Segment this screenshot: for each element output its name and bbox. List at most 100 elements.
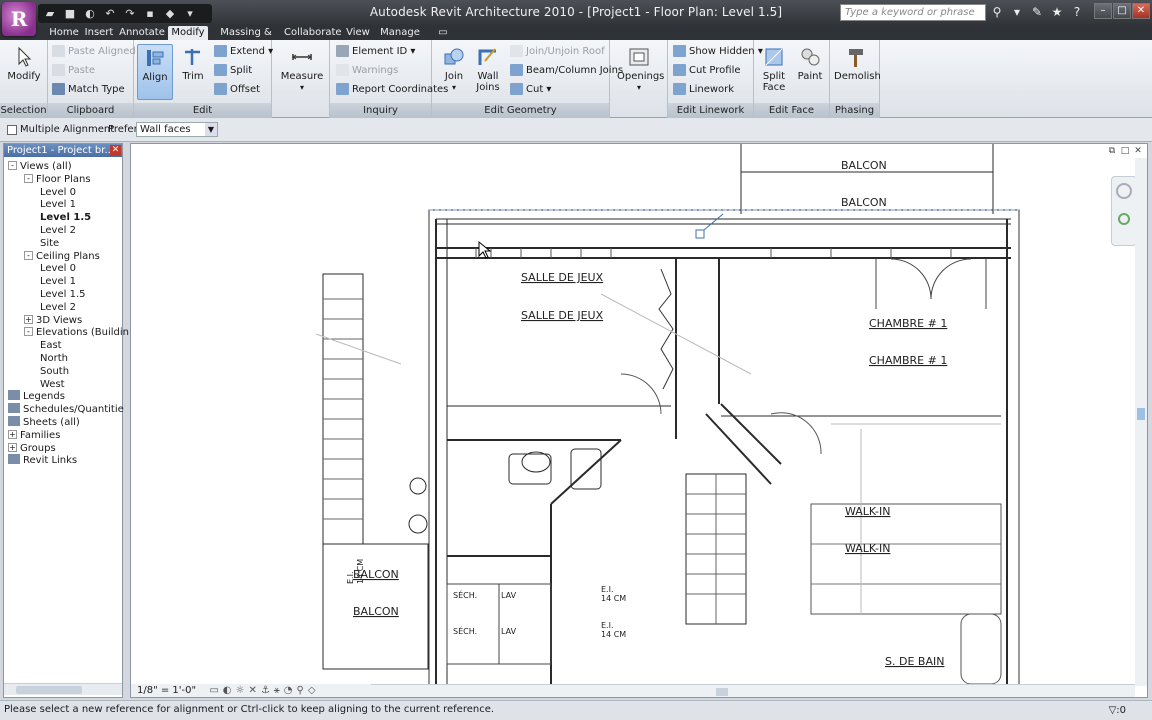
maximize-button[interactable]: □ [1113, 3, 1131, 19]
close-icon[interactable]: ✕ [110, 145, 121, 156]
browser-tree-item[interactable]: South [40, 365, 69, 378]
browser-tree-item[interactable]: Level 0 [40, 262, 76, 275]
vertical-scrollbar[interactable] [1135, 158, 1147, 686]
help-icon[interactable]: ? [1070, 5, 1084, 19]
dimension-label[interactable]: 14 CM [601, 630, 626, 639]
room-label[interactable]: BALCON [841, 159, 887, 172]
cut-profile-button[interactable]: Cut Profile [673, 62, 741, 79]
drawing-view[interactable]: BALCON BALCON SALLE DE JEUX SALLE DE JEU… [130, 143, 1148, 698]
tab-massing-site[interactable]: Massing & Site [212, 26, 280, 51]
ribbon-minimize-icon[interactable]: ▭ [436, 26, 450, 40]
join-button[interactable]: Join ▾ [436, 44, 472, 100]
application-menu-button[interactable]: R [2, 2, 36, 36]
subscription-icon[interactable]: ▾ [1010, 5, 1024, 19]
browser-tree-item[interactable]: - Views (all) [8, 160, 72, 173]
collapse-icon[interactable]: - [24, 250, 33, 260]
binoculars-icon[interactable]: ⚲ [990, 5, 1004, 19]
join-unjoin-roof-button[interactable]: Join/Unjoin Roof [510, 43, 605, 60]
match-type-button[interactable]: Match Type [52, 81, 125, 98]
prefer-select[interactable]: Wall faces ▼ [136, 122, 218, 137]
paste-aligned-button[interactable]: Paste Aligned [52, 43, 136, 60]
steering-wheel-icon[interactable] [1116, 183, 1132, 199]
room-label[interactable]: SÉCH. [453, 589, 477, 600]
dimension-label[interactable]: E.I. [601, 621, 614, 630]
navigation-bar[interactable] [1111, 176, 1137, 246]
room-label[interactable]: WALK-IN [845, 505, 890, 518]
browser-tree-item[interactable]: Level 1.5 [40, 211, 91, 224]
room-label[interactable]: CHAMBRE # 1 [869, 317, 947, 330]
dimension-label[interactable]: E.I. [601, 585, 614, 594]
browser-tree-item[interactable]: Level 1 [40, 275, 76, 288]
tab-view[interactable]: View [344, 26, 372, 40]
split-face-button[interactable]: Split Face [756, 44, 792, 100]
browser-tree-item[interactable]: +3D Views [24, 314, 82, 327]
search-input[interactable]: Type a keyword or phrase [840, 4, 986, 21]
room-label[interactable]: S. DE BAIN [885, 655, 944, 668]
expand-icon[interactable]: + [8, 442, 17, 452]
dimension-label[interactable]: E.I. [346, 572, 355, 585]
dimension-label[interactable]: 14 CM [601, 594, 626, 603]
room-label[interactable]: SÉCH. [453, 625, 477, 636]
browser-tree-item[interactable]: Schedules/Quantitie [8, 403, 124, 416]
browser-tree-item[interactable]: Level 2 [40, 224, 76, 237]
browser-tree-item[interactable]: East [40, 339, 62, 352]
browser-tree-item[interactable]: Sheets (all) [8, 416, 80, 429]
room-label[interactable]: SALLE DE JEUX [521, 309, 604, 322]
wall-joins-button[interactable]: Wall Joins [470, 44, 506, 100]
tab-home[interactable]: Home [44, 26, 84, 40]
communication-center-icon[interactable]: ✎ [1030, 5, 1044, 19]
view-close-icon[interactable]: ✕ [1133, 146, 1143, 156]
offset-button[interactable]: Offset [214, 81, 260, 98]
room-label[interactable]: WALK-IN [845, 542, 890, 555]
filter-icon[interactable]: ▽:0 [1109, 702, 1126, 720]
browser-tree-item[interactable]: + Groups [8, 442, 56, 455]
favorites-icon[interactable]: ★ [1050, 5, 1064, 19]
cut-button[interactable]: Cut ▾ [510, 81, 551, 98]
browser-tree-item[interactable]: Level 1.5 [40, 288, 85, 301]
browser-tree-item[interactable]: Revit Links [8, 454, 77, 467]
tab-modify[interactable]: Modify [168, 26, 208, 40]
paste-button[interactable]: Paste [52, 62, 95, 79]
view-maximize-icon[interactable]: □ [1120, 146, 1130, 156]
collapse-icon[interactable]: - [8, 161, 17, 170]
browser-scrollbar[interactable] [4, 683, 122, 695]
paint-button[interactable]: Paint [792, 44, 828, 100]
room-label[interactable]: SALLE DE JEUX [521, 271, 604, 284]
close-button[interactable]: ✕ [1132, 3, 1150, 19]
browser-tree-item[interactable]: Site [40, 237, 59, 250]
browser-tree-item[interactable]: - Ceiling Plans [24, 250, 100, 263]
room-label[interactable]: BALCON [841, 196, 887, 209]
expand-icon[interactable]: + [24, 314, 33, 324]
view-control-icons[interactable]: ▭◐☼✕⚓⚹◔⚲◇ [209, 685, 319, 696]
beam-column-joins-button[interactable]: Beam/Column Joins [510, 62, 623, 79]
browser-tree-item[interactable]: - Elevations (Buildin [24, 326, 129, 339]
show-hidden-button[interactable]: Show Hidden ▾ [673, 43, 763, 60]
browser-tree-item[interactable]: - Floor Plans [24, 173, 91, 186]
browser-tree-item[interactable]: West [40, 378, 65, 391]
element-id-button[interactable]: Element ID ▾ [336, 43, 415, 60]
browser-tree-item[interactable]: Level 2 [40, 301, 76, 314]
extend-button[interactable]: Extend ▾ [214, 43, 273, 60]
tab-collaborate[interactable]: Collaborate [284, 26, 342, 40]
collapse-icon[interactable]: - [24, 173, 33, 183]
minimize-button[interactable]: – [1094, 3, 1112, 19]
warnings-button[interactable]: Warnings [336, 62, 398, 79]
browser-tree-item[interactable]: North [40, 352, 68, 365]
collapse-icon[interactable]: - [24, 327, 33, 337]
linework-button[interactable]: Linework [673, 81, 734, 98]
browser-tree-item[interactable]: Level 0 [40, 186, 76, 199]
measure-button[interactable]: Measure ▾ [280, 44, 324, 100]
split-button[interactable]: Split [214, 62, 252, 79]
view-restore-icon[interactable]: ⧉ [1107, 146, 1117, 156]
zoom-icon[interactable] [1118, 213, 1130, 225]
room-label[interactable]: CHAMBRE # 1 [869, 354, 947, 367]
view-scale[interactable]: 1/8" = 1'-0" [137, 685, 196, 696]
align-button[interactable]: Align [137, 44, 173, 100]
expand-icon[interactable]: + [8, 429, 17, 439]
room-label[interactable]: BALCON [353, 605, 399, 618]
demolish-button[interactable]: Demolish [834, 44, 881, 100]
room-label[interactable]: LAV [501, 591, 517, 600]
tab-annotate[interactable]: Annotate [118, 26, 166, 40]
modify-button[interactable]: Modify [6, 44, 42, 100]
browser-tree-item[interactable]: Legends [8, 390, 65, 403]
